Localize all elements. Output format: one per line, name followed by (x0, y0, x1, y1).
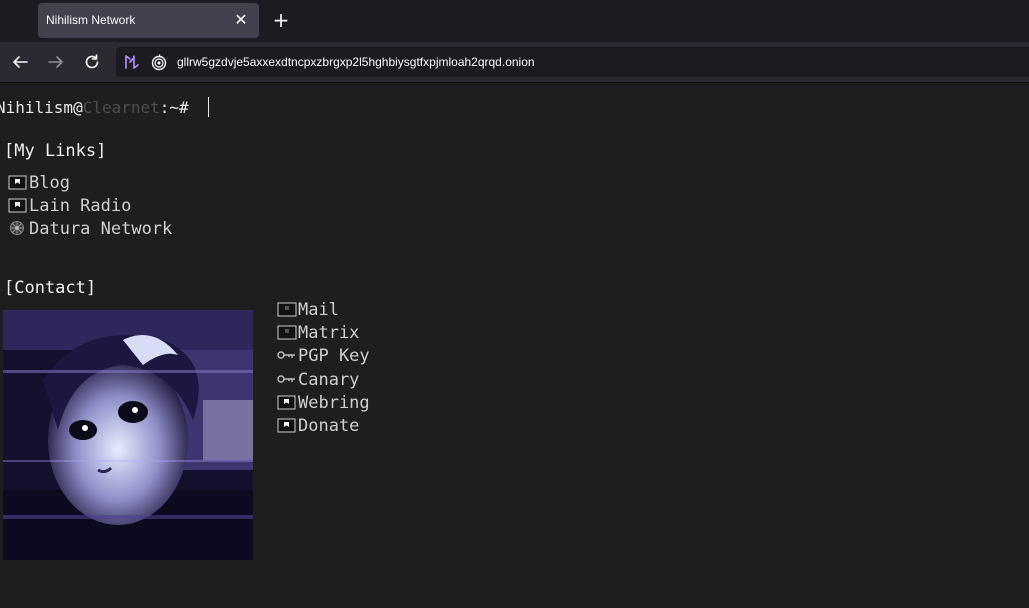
key-icon (277, 351, 295, 359)
flag-icon (8, 175, 27, 190)
link-label: Lain Radio (29, 196, 132, 216)
flag-icon (277, 418, 296, 433)
tab-strip: Nihilism Network ✕ + (0, 0, 1029, 42)
my-links-heading: [My Links] (4, 141, 107, 161)
prompt-host-link[interactable]: Clearnet (83, 98, 160, 117)
forward-button[interactable] (44, 50, 68, 74)
link-label: Matrix (298, 323, 360, 343)
mail-icon (277, 302, 297, 317)
link-label: Canary (298, 370, 360, 390)
contact-webring[interactable]: Webring (277, 392, 370, 414)
contact-matrix[interactable]: Matrix (277, 322, 359, 344)
tab-nihilism-network[interactable]: Nihilism Network ✕ (38, 3, 259, 38)
url-bar[interactable]: gllrw5gzdvje5axxexdtncpxzbrgxp2l5hghbiys… (116, 47, 1029, 77)
back-arrow-icon (13, 56, 28, 68)
tor-circuit-icon[interactable] (122, 53, 140, 71)
back-button[interactable] (8, 50, 32, 74)
link-blog[interactable]: Blog (8, 172, 70, 194)
navigation-toolbar: gllrw5gzdvje5axxexdtncpxzbrgxp2l5hghbiys… (0, 42, 1029, 82)
link-label: Donate (298, 416, 360, 436)
link-label: Webring (298, 393, 370, 413)
lain-avatar-picture (3, 310, 253, 560)
key-icon (277, 375, 295, 383)
terminal-prompt: Nihilism@Clearnet:~# (0, 97, 210, 117)
prompt-at: @ (73, 98, 83, 117)
avatar-image (3, 310, 253, 560)
contact-canary[interactable]: Canary (277, 369, 359, 391)
matrix-icon (277, 325, 297, 340)
close-tab-icon[interactable]: ✕ (231, 10, 251, 30)
reload-button[interactable] (80, 50, 104, 74)
flag-icon (8, 198, 27, 213)
new-tab-button[interactable]: + (270, 9, 292, 31)
tab-title: Nihilism Network (46, 13, 136, 27)
link-datura-network[interactable]: Datura Network (8, 218, 172, 240)
page-content: Nihilism@Clearnet:~# [My Links] Blog Lai… (0, 83, 1029, 608)
contact-mail[interactable]: Mail (277, 299, 339, 321)
contact-pgp-key[interactable]: PGP Key (277, 345, 370, 367)
terminal-cursor (208, 97, 210, 117)
link-label: PGP Key (298, 346, 370, 366)
onion-icon[interactable] (150, 53, 168, 71)
contact-donate[interactable]: Donate (277, 415, 359, 437)
reload-icon (85, 54, 99, 69)
link-lain-radio[interactable]: Lain Radio (8, 195, 131, 217)
flag-icon (277, 395, 296, 410)
link-label: Blog (29, 173, 70, 193)
datura-flower-icon (10, 221, 24, 235)
prompt-user: Nihilism (0, 98, 74, 117)
contact-heading: [Contact] (4, 278, 97, 298)
forward-arrow-icon (48, 56, 63, 68)
url-text[interactable]: gllrw5gzdvje5axxexdtncpxzbrgxp2l5hghbiys… (177, 55, 535, 69)
link-label: Mail (298, 300, 339, 320)
prompt-path: :~# (159, 98, 199, 117)
link-label: Datura Network (29, 219, 173, 239)
